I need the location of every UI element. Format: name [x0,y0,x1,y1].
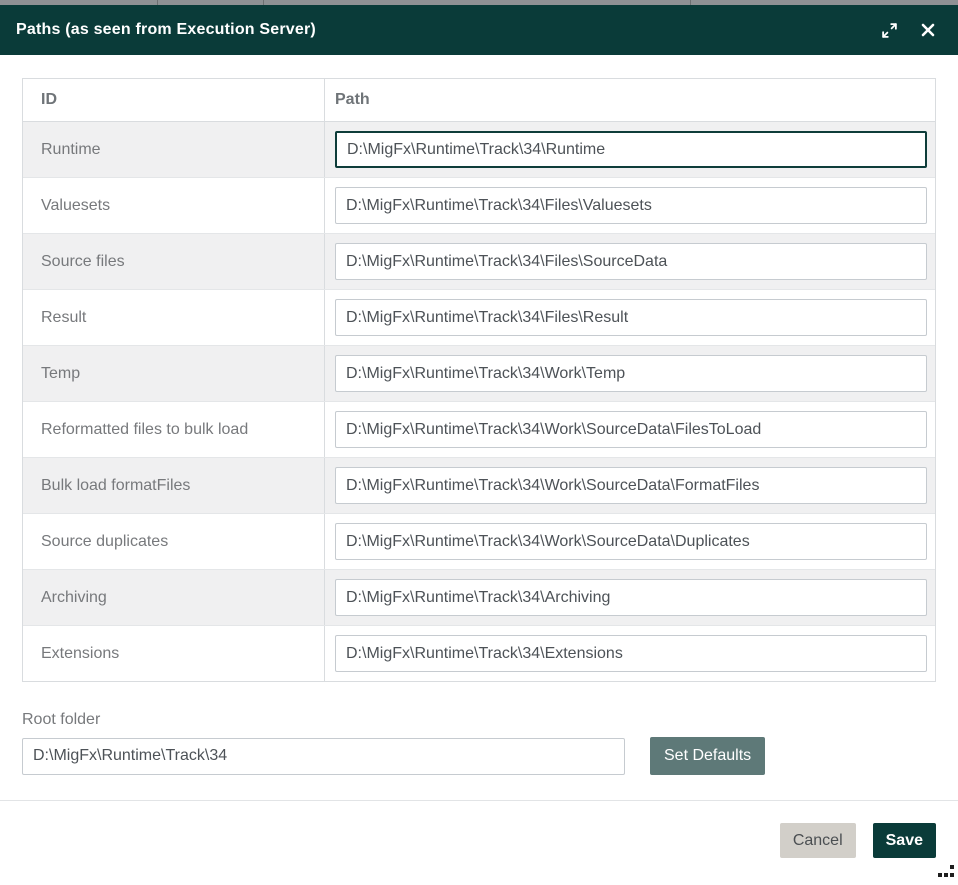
cancel-button[interactable]: Cancel [780,823,856,858]
column-header-path: Path [325,79,935,121]
root-folder-label: Root folder [22,711,936,729]
path-input-source-duplicates[interactable] [335,523,927,560]
row-id-label: Source duplicates [23,514,325,569]
table-row: Extensions [23,626,935,681]
row-id-label: Extensions [23,626,325,681]
path-input-source-files[interactable] [335,243,927,280]
row-path-cell [325,122,935,177]
modal-footer: Cancel Save [0,801,958,858]
row-path-cell [325,346,935,401]
background-column-divider [157,0,158,5]
table-row: Result [23,290,935,346]
path-input-runtime[interactable] [335,131,927,168]
table-row: Bulk load formatFiles [23,458,935,514]
path-input-result[interactable] [335,299,927,336]
column-header-id: ID [23,79,325,121]
row-id-label: Temp [23,346,325,401]
row-path-cell [325,514,935,569]
save-button[interactable]: Save [873,823,936,858]
row-id-label: Source files [23,234,325,289]
expand-icon [881,22,898,39]
paths-dialog: Paths (as seen from Execution Server) [0,0,958,885]
path-input-reformatted-files-to-bulk-load[interactable] [335,411,927,448]
root-folder-section: Root folder Set Defaults [22,711,936,775]
root-folder-row: Set Defaults [22,737,936,775]
background-column-divider [263,0,264,5]
row-id-label: Valuesets [23,178,325,233]
table-row: Source files [23,234,935,290]
path-input-archiving[interactable] [335,579,927,616]
table-row: Source duplicates [23,514,935,570]
paths-table-body: RuntimeValuesetsSource filesResultTempRe… [23,122,935,681]
background-column-divider [690,0,691,5]
close-icon [920,22,936,38]
row-id-label: Result [23,290,325,345]
table-row: Archiving [23,570,935,626]
set-defaults-button[interactable]: Set Defaults [650,737,765,775]
background-page-edge [0,0,958,5]
table-row: Reformatted files to bulk load [23,402,935,458]
row-id-label: Runtime [23,122,325,177]
row-path-cell [325,458,935,513]
path-input-valuesets[interactable] [335,187,927,224]
row-path-cell [325,402,935,457]
header-actions [881,22,936,39]
table-row: Runtime [23,122,935,178]
modal-header: Paths (as seen from Execution Server) [0,5,958,55]
row-id-label: Bulk load formatFiles [23,458,325,513]
row-path-cell [325,626,935,681]
modal-title: Paths (as seen from Execution Server) [16,21,316,39]
table-row: Valuesets [23,178,935,234]
path-input-extensions[interactable] [335,635,927,672]
paths-table: ID Path RuntimeValuesetsSource filesResu… [22,78,936,682]
path-input-bulk-load-formatfiles[interactable] [335,467,927,504]
row-path-cell [325,570,935,625]
path-input-temp[interactable] [335,355,927,392]
close-button[interactable] [920,22,936,38]
table-row: Temp [23,346,935,402]
modal-body: ID Path RuntimeValuesetsSource filesResu… [0,78,958,775]
row-id-label: Reformatted files to bulk load [23,402,325,457]
row-id-label: Archiving [23,570,325,625]
root-folder-input[interactable] [22,738,625,775]
resize-grip[interactable] [937,865,954,877]
row-path-cell [325,234,935,289]
expand-button[interactable] [881,22,898,39]
paths-table-header: ID Path [23,79,935,122]
row-path-cell [325,290,935,345]
row-path-cell [325,178,935,233]
